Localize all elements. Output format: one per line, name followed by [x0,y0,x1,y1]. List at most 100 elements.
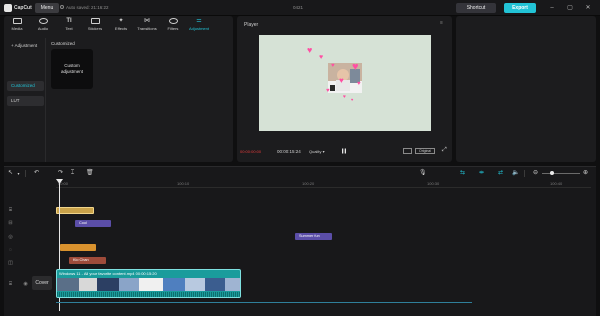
thumbnail-frame [97,278,119,291]
shortcut-button[interactable]: Shortcut [456,3,496,13]
category-lut[interactable]: LUT [7,96,44,106]
toolbar-adjustment[interactable]: ⚌ Adjustment [186,18,212,34]
link-icon[interactable]: ⇆ [459,170,466,177]
maximize-icon[interactable]: ▢ [566,4,574,12]
text-icon: TI [66,18,72,24]
toolbar-media[interactable]: Media [6,18,28,34]
split-icon[interactable]: ⌶ [69,170,76,177]
expand-icon[interactable]: ⤢ [442,147,447,154]
autosave-status: Auto saved: 21:16:22 [66,5,109,10]
thumbnail-frame [185,278,205,291]
linkage-icon[interactable]: ⇄ [497,170,504,177]
custom-adjustment-card[interactable]: Custom adjustment [51,49,93,89]
track-sticker-icon[interactable]: ◎ [7,234,14,241]
adjustment-icon: ⚌ [196,18,202,24]
heart-sticker-icon: ♥ [326,88,330,94]
track-hide-icon[interactable]: ◫ [7,260,14,267]
filter-icon [168,18,178,24]
toolbar-adjustment-label: Adjustment [188,26,209,31]
export-button[interactable]: Export [504,3,536,13]
toolbar-transitions[interactable]: ⋈ Transitions [136,18,158,34]
project-name[interactable]: 0421 [293,5,303,10]
zoom-slider[interactable] [542,173,580,174]
thumbnail-frame [119,278,139,291]
main-video-clip[interactable]: Windows 11 - All your favorite content.m… [56,269,241,298]
properties-panel [456,16,596,162]
pause-icon[interactable] [341,148,347,154]
zoom-in-icon[interactable]: ⊕ [582,170,589,177]
section-title: Customized [51,41,75,46]
toolbar-stickers[interactable]: Stickers [84,18,106,34]
zoom-out-icon[interactable]: ⊖ [532,170,539,177]
track-lock-icon[interactable]: ⌸ [7,207,14,214]
card-line-2: adjustment [60,69,83,74]
effects-icon: ✦ [118,18,124,24]
audio-icon [38,18,48,24]
quality-label: Quality [309,149,322,154]
more-icon[interactable]: ≡ [440,21,446,26]
toolbar-text-label: Text [65,26,73,31]
gold-clip[interactable] [56,207,94,214]
delete-icon[interactable]: 🗑 [86,170,94,177]
sticker-icon [90,18,100,24]
text-clip[interactable]: Cool [75,220,111,227]
divider [524,170,525,177]
audio-waveform [57,292,240,297]
ruler-tick: 100:40 [550,181,563,186]
app-name: CapCut [14,5,32,11]
orange-clip[interactable] [60,244,96,251]
cover-button[interactable]: Cover [32,276,52,290]
toolbar-stickers-label: Stickers [87,26,103,31]
track-main-lock-icon[interactable]: ⌸ [7,281,14,288]
thumbnail-frame [225,278,240,291]
current-timecode: 00:00:00:00 [240,149,262,154]
toolbar-effects[interactable]: ✦ Effects [110,18,132,34]
microphone-icon[interactable]: 🎙 [419,170,427,177]
timeline-scrollbar[interactable] [56,302,472,303]
track-effect-icon[interactable]: ◌ [7,247,14,254]
ruler-tick: 100:20 [302,181,315,186]
heart-sticker-icon: ♥ [357,81,361,87]
category-add-adjustment[interactable]: + Adjustment [7,41,44,51]
undo-icon[interactable]: ↶ [33,170,40,177]
select-cursor-icon[interactable]: ↖ [7,170,14,177]
track-text-icon[interactable]: ⊟ [7,220,14,227]
preview-canvas[interactable]: ♥ ♥ ♥ ♥ ♥ ♥ ♥ ♥ ♥ [259,35,431,131]
sticker-clip-label: Summer fun [299,234,320,238]
sticker-clip[interactable]: Summer fun [295,233,332,240]
category-customized[interactable]: Customized [7,81,44,91]
fullscreen-preview-icon[interactable] [403,148,412,154]
track-main-eye-icon[interactable]: ◉ [22,281,29,288]
timeline-ruler[interactable] [56,187,591,188]
snap-icon[interactable]: ⇹ [478,170,485,177]
divider [25,170,26,177]
ruler-tick: 100:30 [427,181,440,186]
heart-sticker-icon: ♥ [331,63,335,69]
ruler-tick: 100:10 [177,181,190,186]
zoom-slider-handle[interactable] [550,171,554,175]
player-title: Player [244,22,259,28]
close-icon[interactable]: ✕ [584,4,592,12]
toolbar-filters-label: Filters [167,26,179,31]
ratio-button[interactable]: Original [415,148,435,154]
minimize-icon[interactable]: – [548,4,556,12]
toolbar-audio[interactable]: Audio [32,18,54,34]
toolbar-transitions-label: Transitions [137,26,157,31]
toolbar-text[interactable]: TI Text [58,18,80,34]
kio-clip-label: Kio Chan [73,258,89,262]
heart-sticker-icon: ♥ [307,45,313,55]
quality-dropdown[interactable]: Quality ▾ [309,149,325,154]
toolbar-filters[interactable]: Filters [162,18,184,34]
kio-clip[interactable]: Kio Chan [69,257,106,264]
audio-preview-icon[interactable]: 🔈 [512,170,519,177]
redo-icon[interactable]: ↷ [57,170,64,177]
heart-sticker-icon: ♥ [339,76,344,85]
heart-sticker-icon: ♥ [352,61,359,73]
total-timecode: 00:00:15:24 [277,149,301,154]
toolbar-media-label: Media [11,26,23,31]
asset-panel: Media Audio TI Text Stickers ✦ Effects ⋈… [4,16,233,162]
heart-sticker-icon: ♥ [319,54,324,61]
menu-button[interactable]: Menu [35,3,59,13]
heart-sticker-icon: ♥ [343,94,346,100]
cursor-dropdown-icon[interactable]: ▾ [15,170,22,177]
